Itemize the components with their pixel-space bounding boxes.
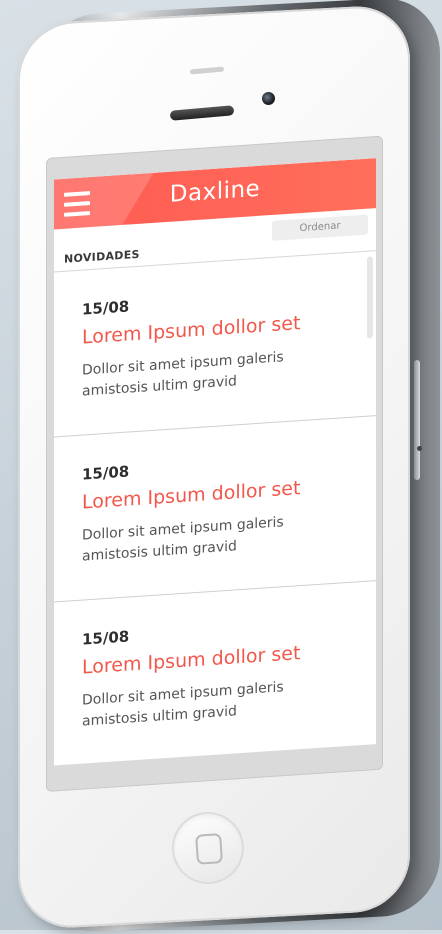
app-screen: Daxline Ordenar NOVIDADES 15/08 Lorem Ip… <box>54 158 376 766</box>
section-label: NOVIDADES <box>64 247 140 266</box>
home-button-icon <box>195 833 224 865</box>
screen-frame: Daxline Ordenar NOVIDADES 15/08 Lorem Ip… <box>46 135 383 793</box>
sort-button[interactable]: Ordenar <box>272 214 368 241</box>
news-date: 15/08 <box>82 627 130 649</box>
news-title[interactable]: Lorem Ipsum dollor set <box>82 312 300 349</box>
news-date: 15/08 <box>82 462 130 484</box>
news-item[interactable]: 15/08 Lorem Ipsum dollor set Dollor sit … <box>54 581 376 766</box>
news-excerpt: Dollor sit amet ipsum galeris amistosis … <box>82 349 284 400</box>
news-excerpt: Dollor sit amet ipsum galeris amistosis … <box>82 679 284 730</box>
news-excerpt: Dollor sit amet ipsum galeris amistosis … <box>82 514 284 565</box>
side-dot <box>417 446 422 451</box>
scrollbar[interactable] <box>367 256 373 339</box>
news-title[interactable]: Lorem Ipsum dollor set <box>82 642 300 679</box>
front-camera <box>262 92 275 105</box>
news-item[interactable]: 15/08 Lorem Ipsum dollor set Dollor sit … <box>54 416 376 603</box>
side-button <box>414 360 420 480</box>
app-title: Daxline <box>169 175 261 208</box>
news-date: 15/08 <box>82 297 130 319</box>
news-item[interactable]: 15/08 Lorem Ipsum dollor set Dollor sit … <box>54 251 376 438</box>
news-list: 15/08 Lorem Ipsum dollor set Dollor sit … <box>54 251 376 766</box>
news-title[interactable]: Lorem Ipsum dollor set <box>82 477 300 514</box>
